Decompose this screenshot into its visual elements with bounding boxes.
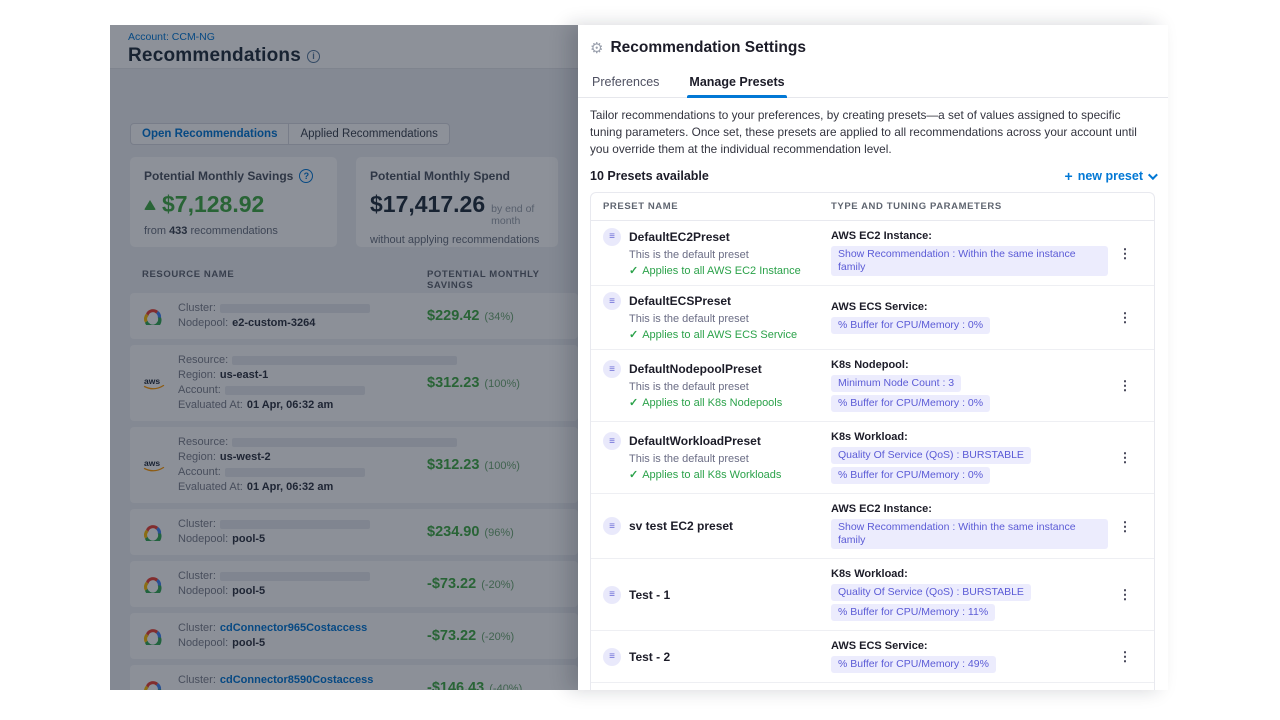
tuning-chip: % Buffer for CPU/Memory : 49%	[831, 656, 996, 673]
drawer-title: Recommendation Settings	[610, 39, 806, 57]
preset-icon: ≡	[603, 517, 621, 535]
preset-name: sv test EC2 preset	[629, 519, 733, 533]
preset-row: ≡ sv test EC2 preset AWS EC2 Instance: Sh…	[591, 494, 1154, 559]
check-icon: ✓	[629, 468, 638, 483]
preset-row: ≡ DefaultEC2Preset This is the default pr…	[591, 221, 1154, 286]
preset-icon: ≡	[603, 586, 621, 604]
preset-type: K8s Workload:	[831, 430, 1108, 444]
app-window: Account: CCM-NG Recommendations i Open R…	[110, 25, 1168, 690]
preset-note: This is the default preset	[629, 380, 831, 394]
tab-preferences[interactable]: Preferences	[590, 69, 661, 97]
kebab-menu-icon[interactable]: ⋮	[1113, 447, 1138, 468]
chevron-down-icon	[1148, 170, 1158, 180]
tuning-chip: Show Recommendation : Within the same in…	[831, 519, 1108, 549]
tuning-chip: Show Recommendation : Within the same in…	[831, 246, 1108, 276]
tuning-chip: % Buffer for CPU/Memory : 0%	[831, 395, 990, 412]
tuning-chip: Quality Of Service (QoS) : BURSTABLE	[831, 447, 1031, 464]
preset-row: ≡ DefaultECSPreset This is the default pr…	[591, 286, 1154, 350]
kebab-menu-icon[interactable]: ⋮	[1113, 243, 1138, 264]
preset-name: DefaultECSPreset	[629, 294, 731, 308]
col-preset-name: PRESET NAME	[603, 201, 831, 212]
presets-table: PRESET NAME TYPE AND TUNING PARAMETERS ≡…	[590, 192, 1155, 690]
preset-type: K8s Nodepool:	[831, 358, 1108, 372]
preset-icon: ≡	[603, 648, 621, 666]
preset-icon: ≡	[603, 432, 621, 450]
tab-manage-presets[interactable]: Manage Presets	[687, 69, 786, 97]
preset-row: ≡ DefaultNodepoolPreset This is the defau…	[591, 350, 1154, 422]
preset-applies: ✓Applies to all AWS EC2 Instance	[629, 264, 831, 279]
preset-icon: ≡	[603, 360, 621, 378]
kebab-menu-icon[interactable]: ⋮	[1113, 375, 1138, 396]
preset-note: This is the default preset	[629, 248, 831, 262]
modal-overlay[interactable]	[110, 25, 578, 690]
preset-applies: ✓Applies to all K8s Workloads	[629, 468, 831, 483]
preset-note: This is the default preset	[629, 452, 831, 466]
presets-count: 10 Presets available	[590, 169, 709, 183]
preset-row: ≡Test - 3 AWS ECS Service: % Buffer for …	[591, 683, 1154, 690]
kebab-menu-icon[interactable]: ⋮	[1113, 516, 1138, 537]
new-preset-button[interactable]: + new preset	[1065, 168, 1156, 184]
preset-row: ≡ Test - 1 K8s Workload: Quality Of Servi…	[591, 559, 1154, 631]
tuning-chip: % Buffer for CPU/Memory : 11%	[831, 604, 995, 621]
recommendation-settings-drawer: ⚙ Recommendation Settings Preferences Ma…	[578, 25, 1168, 690]
kebab-menu-icon[interactable]: ⋮	[1113, 646, 1138, 667]
preset-row: ≡ Test - 2 AWS ECS Service: % Buffer for …	[591, 631, 1154, 683]
preset-icon: ≡	[603, 228, 621, 246]
preset-icon: ≡	[603, 292, 621, 310]
tuning-chip: Quality Of Service (QoS) : BURSTABLE	[831, 584, 1031, 601]
preset-note: This is the default preset	[629, 312, 831, 326]
kebab-menu-icon[interactable]: ⋮	[1113, 307, 1138, 328]
tuning-chip: % Buffer for CPU/Memory : 0%	[831, 467, 990, 484]
preset-applies: ✓Applies to all K8s Nodepools	[629, 396, 831, 411]
plus-icon: +	[1065, 168, 1073, 184]
preset-type: K8s Workload:	[831, 567, 1108, 581]
preset-type: AWS EC2 Instance:	[831, 229, 1108, 243]
preset-type: AWS EC2 Instance:	[831, 502, 1108, 516]
preset-name: DefaultWorkloadPreset	[629, 434, 761, 448]
preset-row: ≡ DefaultWorkloadPreset This is the defau…	[591, 422, 1154, 494]
check-icon: ✓	[629, 264, 638, 279]
preset-name: DefaultNodepoolPreset	[629, 362, 762, 376]
settings-tab-bar: Preferences Manage Presets	[578, 69, 1168, 98]
presets-table-header: PRESET NAME TYPE AND TUNING PARAMETERS	[591, 193, 1154, 221]
presets-description: Tailor recommendations to your preferenc…	[590, 107, 1155, 158]
kebab-menu-icon[interactable]: ⋮	[1113, 584, 1138, 605]
tuning-chip: Minimum Node Count : 3	[831, 375, 961, 392]
col-type-tuning: TYPE AND TUNING PARAMETERS	[831, 201, 1142, 212]
check-icon: ✓	[629, 328, 638, 343]
preset-name: Test - 1	[629, 588, 670, 602]
tuning-chip: % Buffer for CPU/Memory : 0%	[831, 317, 990, 334]
preset-applies: ✓Applies to all AWS ECS Service	[629, 328, 831, 343]
preset-name: DefaultEC2Preset	[629, 230, 730, 244]
gear-icon: ⚙	[590, 41, 603, 56]
preset-type: AWS ECS Service:	[831, 639, 1108, 653]
check-icon: ✓	[629, 396, 638, 411]
recommendations-page: Account: CCM-NG Recommendations i Open R…	[110, 25, 578, 690]
preset-name: Test - 2	[629, 650, 670, 664]
preset-type: AWS ECS Service:	[831, 300, 1108, 314]
